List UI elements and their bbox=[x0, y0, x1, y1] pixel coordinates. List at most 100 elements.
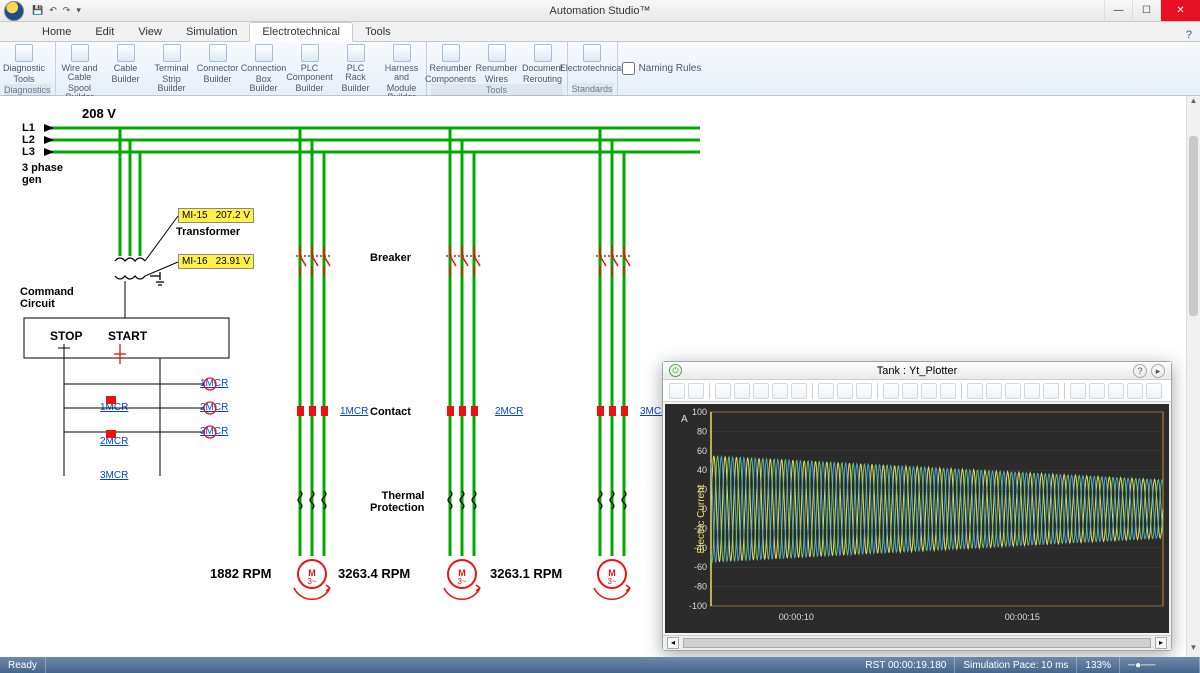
ribbon-item[interactable]: ConnectorBuilder bbox=[198, 44, 238, 84]
plotter-title-text: Tank : Yt_Plotter bbox=[877, 365, 958, 377]
ribbon-group-label: Tools bbox=[431, 84, 563, 96]
tab-electrotechnical[interactable]: Electrotechnical bbox=[249, 22, 353, 42]
plotter-tool-button[interactable] bbox=[688, 383, 704, 399]
ribbon-item-icon bbox=[442, 44, 460, 62]
ribbon-group: RenumberComponentsRenumberWiresDocumentR… bbox=[427, 42, 568, 95]
status-zoom-slider[interactable]: ─●── bbox=[1120, 657, 1200, 673]
qat-more-icon[interactable]: ▾ bbox=[76, 5, 81, 16]
tab-tools[interactable]: Tools bbox=[353, 23, 403, 41]
tab-view[interactable]: View bbox=[126, 23, 174, 41]
ribbon-item[interactable]: TerminalStrip Builder bbox=[152, 44, 192, 93]
plot-scrollbar[interactable]: ◂ ▸ bbox=[663, 635, 1171, 650]
plotter-expand-icon[interactable]: ▸ bbox=[1151, 364, 1165, 378]
plot-scroll-track[interactable] bbox=[683, 638, 1151, 648]
plotter-tool-button[interactable] bbox=[772, 383, 788, 399]
plotter-tool-button[interactable] bbox=[791, 383, 807, 399]
plotter-tool-button[interactable] bbox=[902, 383, 918, 399]
tab-edit[interactable]: Edit bbox=[83, 23, 126, 41]
ribbon-tab-strip: Home Edit View Simulation Electrotechnic… bbox=[0, 22, 1200, 42]
plotter-tool-button[interactable] bbox=[986, 383, 1002, 399]
plotter-tool-button[interactable] bbox=[753, 383, 769, 399]
diagram-canvas[interactable]: 208 V L1 L2 L3 3 phase gen Transformer C… bbox=[0, 96, 1200, 657]
ribbon-item[interactable]: RenumberWires bbox=[477, 44, 517, 84]
plotter-toolbar[interactable] bbox=[663, 380, 1171, 402]
ribbon-item[interactable]: Harness andModule Builder bbox=[382, 44, 422, 102]
plotter-help-icon[interactable]: ? bbox=[1133, 364, 1147, 378]
ribbon-item-icon bbox=[534, 44, 552, 62]
ribbon-item-icon bbox=[583, 44, 601, 62]
plotter-tool-button[interactable] bbox=[715, 383, 731, 399]
plotter-tool-button[interactable] bbox=[1089, 383, 1105, 399]
qat-undo-icon[interactable]: ↶ bbox=[49, 5, 57, 16]
plotter-tool-button[interactable] bbox=[856, 383, 872, 399]
svg-text:40: 40 bbox=[697, 466, 707, 476]
ribbon-item[interactable]: PLC ComponentBuilder bbox=[290, 44, 330, 93]
plotter-tool-button[interactable] bbox=[1108, 383, 1124, 399]
plot-area[interactable]: Electric Current -100-80-60-40-200204060… bbox=[665, 404, 1169, 633]
ribbon-item-icon bbox=[488, 44, 506, 62]
plot-svg: -100-80-60-40-20020406080100A00:00:1000:… bbox=[665, 404, 1171, 628]
status-zoom: 133% bbox=[1077, 657, 1120, 673]
plotter-tool-button[interactable] bbox=[818, 383, 834, 399]
ribbon-item[interactable]: RenumberComponents bbox=[431, 44, 471, 84]
plot-scroll-left-icon[interactable]: ◂ bbox=[667, 637, 679, 649]
scroll-down-icon[interactable]: ▼ bbox=[1187, 643, 1200, 657]
qat-redo-icon[interactable]: ↷ bbox=[63, 5, 71, 16]
status-pace: Simulation Pace: 10 ms bbox=[955, 657, 1077, 673]
plotter-tool-button[interactable] bbox=[940, 383, 956, 399]
plotter-tool-button[interactable] bbox=[669, 383, 685, 399]
canvas-vertical-scrollbar[interactable]: ▲ ▼ bbox=[1186, 96, 1200, 657]
svg-text:-80: -80 bbox=[694, 582, 707, 592]
quick-access-toolbar[interactable]: 💾 ↶ ↷ ▾ bbox=[32, 5, 81, 16]
ribbon-item[interactable]: Wire and CableSpool Builder bbox=[60, 44, 100, 102]
plotter-window[interactable]: ⏻ Tank : Yt_Plotter ?▸ Electric Current … bbox=[662, 361, 1172, 651]
help-icon[interactable]: ? bbox=[1186, 29, 1192, 41]
ribbon-item[interactable]: CableBuilder bbox=[106, 44, 146, 84]
minimize-button[interactable]: — bbox=[1104, 0, 1132, 21]
ribbon-item[interactable]: ConnectionBox Builder bbox=[244, 44, 284, 93]
ribbon-item-icon bbox=[347, 44, 365, 62]
ribbon-item[interactable]: Electrotechnical bbox=[572, 44, 612, 75]
scroll-thumb[interactable] bbox=[1189, 136, 1198, 316]
plotter-tool-button[interactable] bbox=[1146, 383, 1162, 399]
qat-save-icon[interactable]: 💾 bbox=[32, 5, 43, 16]
maximize-button[interactable]: ☐ bbox=[1132, 0, 1160, 21]
plotter-tool-button[interactable] bbox=[1043, 383, 1059, 399]
plotter-power-icon[interactable]: ⏻ bbox=[669, 364, 682, 377]
plotter-tool-button[interactable] bbox=[1127, 383, 1143, 399]
plotter-titlebar[interactable]: ⏻ Tank : Yt_Plotter ? ▸ bbox=[663, 362, 1171, 380]
ribbon-item[interactable]: DocumentRerouting bbox=[523, 44, 563, 84]
ribbon-group-label: Diagnostics bbox=[4, 84, 51, 96]
plotter-tool-button[interactable] bbox=[1070, 383, 1086, 399]
plotter-tool-button[interactable] bbox=[967, 383, 983, 399]
ribbon-item-icon bbox=[255, 44, 273, 62]
plot-y-label: Electric Current bbox=[696, 484, 707, 553]
naming-rules-toggle[interactable]: Naming Rules bbox=[618, 42, 706, 95]
ribbon-item[interactable]: PLC RackBuilder bbox=[336, 44, 376, 93]
status-bar: Ready RST 00:00:19.180 Simulation Pace: … bbox=[0, 657, 1200, 673]
svg-text:00:00:15: 00:00:15 bbox=[1005, 612, 1040, 622]
plotter-tool-button[interactable] bbox=[1005, 383, 1021, 399]
ribbon-item-icon bbox=[71, 44, 89, 62]
plotter-tool-button[interactable] bbox=[734, 383, 750, 399]
tab-simulation[interactable]: Simulation bbox=[174, 23, 249, 41]
app-logo-icon bbox=[4, 1, 24, 21]
plot-scroll-right-icon[interactable]: ▸ bbox=[1155, 637, 1167, 649]
svg-text:100: 100 bbox=[692, 407, 707, 417]
scroll-up-icon[interactable]: ▲ bbox=[1187, 96, 1200, 110]
svg-text:80: 80 bbox=[697, 427, 707, 437]
plotter-tool-button[interactable] bbox=[921, 383, 937, 399]
ribbon-group: Electrotechnical Standards bbox=[568, 42, 618, 95]
plotter-tool-button[interactable] bbox=[837, 383, 853, 399]
plotter-tool-button[interactable] bbox=[1024, 383, 1040, 399]
ribbon-group-label: Standards bbox=[572, 83, 613, 95]
svg-text:60: 60 bbox=[697, 446, 707, 456]
app-title: Automation Studio™ bbox=[550, 5, 651, 17]
plotter-tool-button[interactable] bbox=[883, 383, 899, 399]
svg-text:-60: -60 bbox=[694, 563, 707, 573]
svg-text:A: A bbox=[681, 414, 688, 425]
tab-home[interactable]: Home bbox=[30, 23, 83, 41]
status-rst: RST 00:00:19.180 bbox=[857, 657, 955, 673]
ribbon-item[interactable]: DiagnosticTools bbox=[4, 44, 44, 84]
close-button[interactable]: ✕ bbox=[1160, 0, 1200, 21]
